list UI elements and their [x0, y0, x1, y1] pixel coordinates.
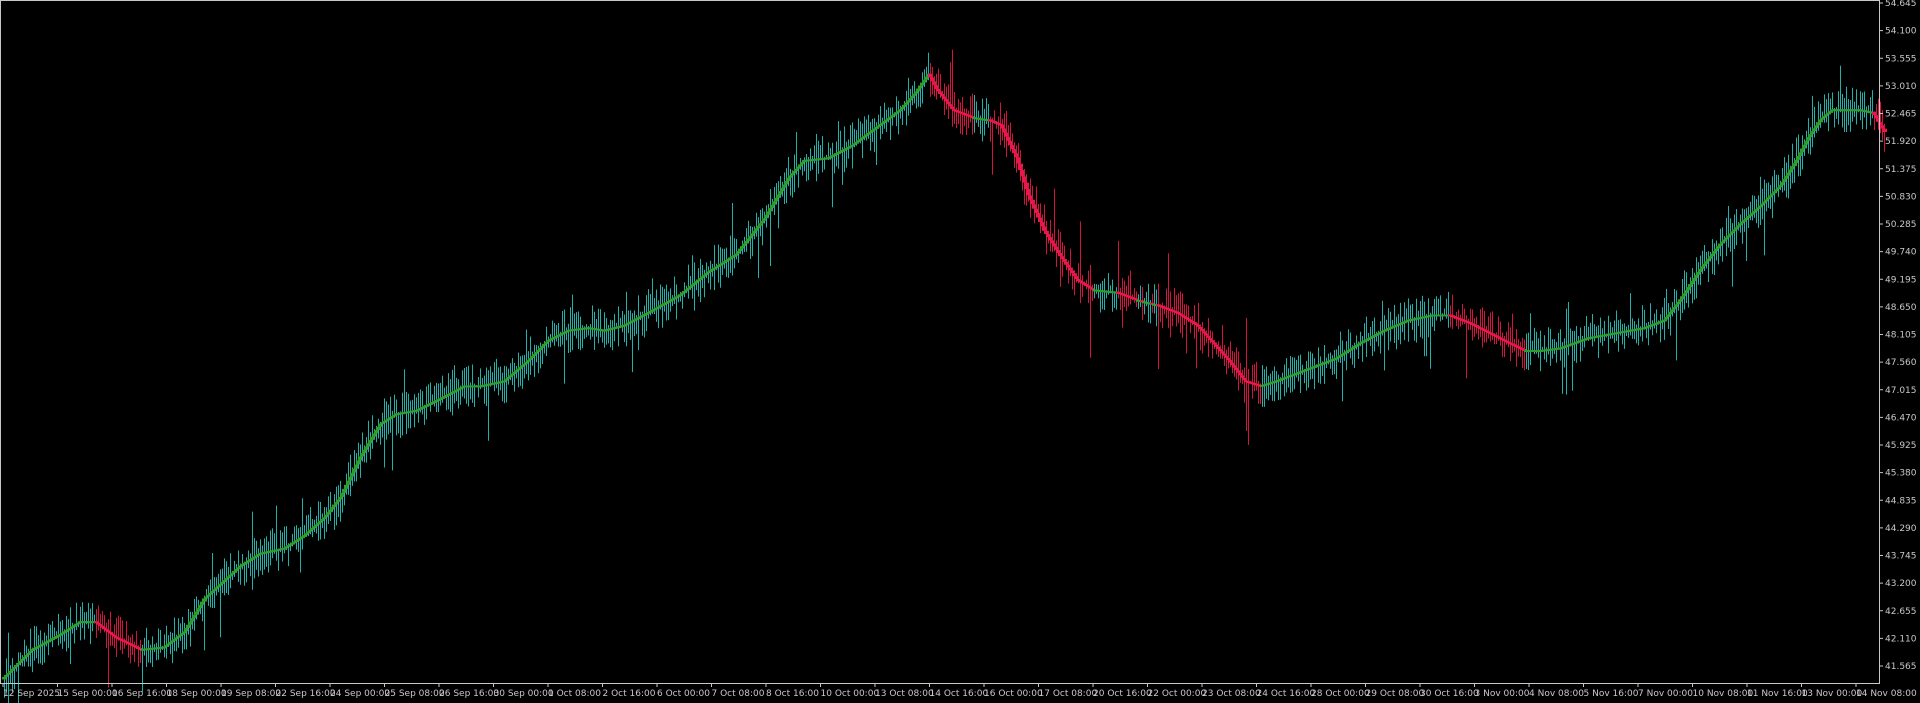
chart-window: 54.645 54.100 53.555 53.010 52.465 51.920 51.3…	[0, 0, 1920, 703]
price-tick-label: 54.100	[1885, 27, 1917, 37]
price-tick-label: 49.195	[1885, 275, 1917, 285]
time-tick-label: 24 Oct 16:00	[1257, 689, 1316, 699]
time-tick-label: 12 Sep 2025	[3, 689, 60, 699]
price-tick-label: 48.650	[1885, 303, 1917, 313]
time-tick-label: 15 Sep 00:00	[58, 689, 118, 699]
time-tick-label: 25 Sep 08:00	[385, 689, 445, 699]
time-tick-label: 4 Nov 08:00	[1529, 689, 1584, 699]
time-tick-label: 30 Oct 16:00	[1420, 689, 1479, 699]
time-tick-label: 7 Oct 08:00	[712, 689, 765, 699]
price-tick-label: 54.645	[1885, 0, 1917, 9]
bull-candle	[1662, 319, 1667, 322]
time-tick-label: 19 Sep 08:00	[221, 689, 281, 699]
time-tick-label: 29 Oct 08:00	[1366, 689, 1425, 699]
time-tick-label: 2 Oct 16:00	[603, 689, 656, 699]
price-axis[interactable]: 54.645 54.100 53.555 53.010 52.465 51.920 51.3…	[1879, 0, 1917, 672]
bear-candle	[1882, 128, 1887, 133]
price-tick-label: 42.110	[1885, 634, 1917, 644]
price-tick-label: 50.830	[1885, 192, 1917, 202]
price-tick-label: 51.920	[1885, 137, 1917, 147]
candles-layer	[2, 49, 1887, 703]
time-tick-label: 17 Oct 08:00	[1039, 689, 1098, 699]
price-tick-label: 49.740	[1885, 248, 1917, 258]
time-tick-label: 16 Oct 00:00	[984, 689, 1043, 699]
price-tick-label: 44.835	[1885, 496, 1917, 506]
time-axis[interactable]: 12 Sep 202515 Sep 00:0016 Sep 16:0018 Se…	[2, 683, 1917, 699]
time-tick-label: 3 Nov 00:00	[1475, 689, 1530, 699]
time-tick-label: 6 Oct 00:00	[657, 689, 710, 699]
time-tick-label: 14 Nov 08:00	[1856, 689, 1917, 699]
time-tick-label: 30 Sep 00:00	[494, 689, 554, 699]
price-tick-label: 50.285	[1885, 220, 1917, 230]
price-tick-label: 45.380	[1885, 469, 1917, 479]
time-tick-label: 20 Oct 16:00	[1093, 689, 1152, 699]
time-tick-label: 22 Sep 16:00	[276, 689, 336, 699]
price-tick-label: 45.925	[1885, 441, 1917, 451]
price-tick-label: 52.465	[1885, 110, 1917, 120]
price-tick-label: 44.290	[1885, 524, 1917, 534]
price-tick-label: 47.560	[1885, 358, 1917, 368]
time-tick-label: 14 Oct 16:00	[930, 689, 989, 699]
time-tick-label: 23 Oct 08:00	[1202, 689, 1261, 699]
time-tick-label: 22 Oct 00:00	[1148, 689, 1207, 699]
price-tick-label: 42.655	[1885, 607, 1917, 617]
time-tick-label: 10 Oct 00:00	[821, 689, 880, 699]
price-tick-label: 51.375	[1885, 165, 1917, 175]
time-tick-label: 1 Oct 08:00	[548, 689, 601, 699]
time-tick-label: 26 Sep 16:00	[439, 689, 499, 699]
price-tick-label: 53.555	[1885, 54, 1917, 64]
time-tick-label: 18 Sep 00:00	[167, 689, 227, 699]
time-tick-label: 10 Nov 08:00	[1693, 689, 1754, 699]
time-tick-label: 24 Sep 00:00	[330, 689, 390, 699]
price-tick-label: 43.200	[1885, 579, 1917, 589]
price-chart[interactable]: 54.645 54.100 53.555 53.010 52.465 51.920 51.3…	[0, 0, 1920, 703]
price-tick-label: 43.745	[1885, 552, 1917, 562]
time-tick-label: 13 Nov 00:00	[1802, 689, 1863, 699]
time-tick-label: 11 Nov 16:00	[1747, 689, 1808, 699]
price-tick-label: 47.015	[1885, 386, 1917, 396]
time-tick-label: 8 Oct 16:00	[766, 689, 819, 699]
time-tick-label: 5 Nov 16:00	[1584, 689, 1639, 699]
price-tick-label: 46.470	[1885, 413, 1917, 423]
price-tick-label: 48.105	[1885, 331, 1917, 341]
price-tick-label: 53.010	[1885, 82, 1917, 92]
time-tick-label: 16 Sep 16:00	[112, 689, 172, 699]
price-tick-label: 41.565	[1885, 662, 1917, 672]
time-tick-label: 13 Oct 08:00	[875, 689, 934, 699]
time-tick-label: 28 Oct 00:00	[1311, 689, 1370, 699]
time-tick-label: 7 Nov 00:00	[1638, 689, 1693, 699]
